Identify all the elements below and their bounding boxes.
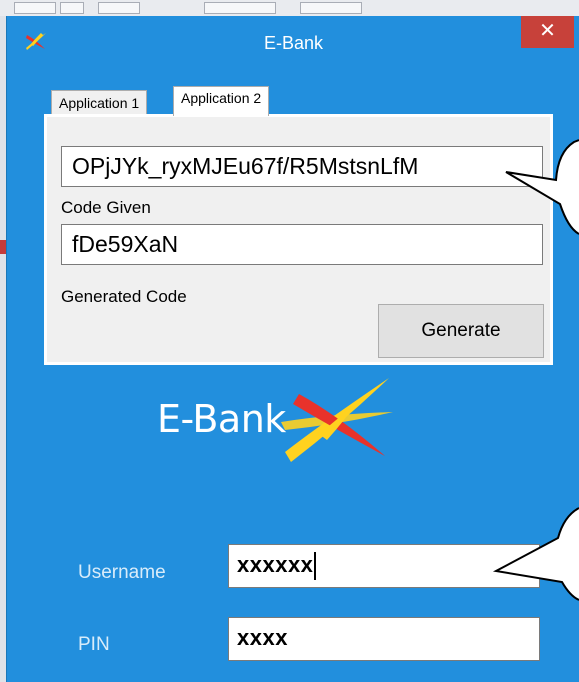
background-toolbar-widget bbox=[98, 2, 140, 14]
background-toolbar bbox=[0, 0, 579, 17]
username-value: xxxxxx bbox=[237, 552, 314, 577]
generated-code-label: Generated Code bbox=[61, 287, 187, 306]
close-icon: ✕ bbox=[539, 20, 556, 42]
background-toolbar-widget bbox=[204, 2, 276, 14]
tab-application-1[interactable]: Application 1 bbox=[51, 90, 148, 115]
window-title: E-Bank bbox=[263, 33, 324, 53]
generate-button[interactable]: Generate bbox=[378, 304, 544, 358]
title-bar[interactable]: E-Bank ✕ bbox=[7, 16, 579, 72]
close-button[interactable]: ✕ bbox=[521, 16, 574, 48]
pin-label: PIN bbox=[78, 634, 110, 655]
background-toolbar-widget bbox=[14, 2, 56, 14]
callout-bubble-bottom bbox=[492, 507, 579, 601]
background-toolbar-widget bbox=[300, 2, 362, 14]
code-given-label: Code Given bbox=[61, 198, 151, 217]
e-bank-logo-swoosh-icon bbox=[281, 378, 393, 462]
e-bank-logo-text: E-Bank bbox=[157, 397, 286, 441]
background-toolbar-widget bbox=[60, 2, 84, 14]
pin-input[interactable]: xxxx bbox=[228, 617, 540, 661]
text-caret bbox=[314, 552, 317, 581]
callout-bubble-top bbox=[505, 139, 579, 235]
tab-application-2[interactable]: Application 2 bbox=[173, 86, 270, 116]
username-label: Username bbox=[78, 562, 166, 583]
